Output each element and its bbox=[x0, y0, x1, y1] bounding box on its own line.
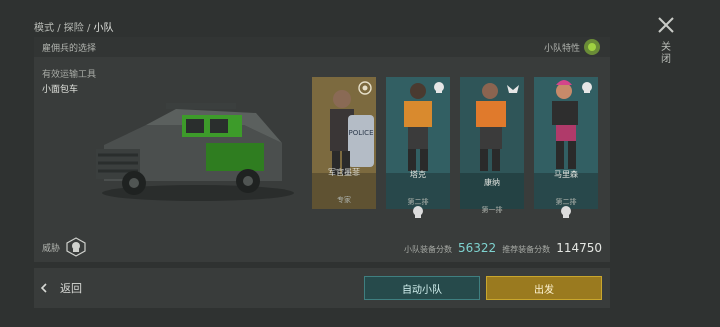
threat-label: 威胁 bbox=[42, 243, 61, 254]
threat-indicator[interactable]: 威胁 bbox=[42, 237, 86, 257]
van-image bbox=[96, 103, 294, 201]
recommended-score-label: 推荐装备分数 bbox=[502, 245, 551, 254]
back-button[interactable]: 返回 bbox=[40, 280, 82, 296]
member-card-morrison[interactable]: 马里森 第二排 bbox=[534, 77, 598, 218]
chevron-left-icon bbox=[40, 283, 47, 293]
score-row: 小队装备分数 56322 推荐装备分数 114750 bbox=[404, 241, 602, 255]
transport-value: 小面包车 bbox=[42, 85, 79, 95]
squad-score-label: 小队装备分数 bbox=[404, 245, 452, 254]
squad-panel: 雇佣兵的选择 小队特性 有效运输工具 小面包车 POLICE 军官墨菲 专家 塔… bbox=[34, 37, 610, 262]
breadcrumb-item-mode[interactable]: 模式 bbox=[34, 23, 54, 34]
recommended-score-value: 114750 bbox=[556, 241, 602, 255]
class-icon bbox=[358, 81, 372, 95]
svg-text:POLICE: POLICE bbox=[348, 129, 373, 137]
member-card-murphy[interactable]: POLICE 军官墨菲 专家 bbox=[312, 77, 376, 209]
member-role: 第一排 bbox=[481, 206, 503, 214]
skull-class-icon bbox=[582, 82, 592, 93]
member-card-tucker[interactable]: 塔克 第二排 bbox=[386, 77, 450, 218]
member-portrait bbox=[534, 77, 598, 209]
squad-trait[interactable]: 小队特性 bbox=[544, 39, 600, 55]
breadcrumb: 模式 / 探险 / 小队 bbox=[34, 23, 114, 34]
breadcrumb-item-explore[interactable]: 探险 bbox=[64, 23, 84, 34]
member-name: 康纳 bbox=[484, 178, 500, 187]
member-role: 专家 bbox=[337, 196, 351, 204]
member-portrait: POLICE bbox=[312, 77, 376, 209]
member-name: 军官墨菲 bbox=[328, 168, 360, 177]
squad-trait-label: 小队特性 bbox=[543, 43, 580, 54]
member-name: 塔克 bbox=[410, 170, 426, 179]
threat-skull-icon bbox=[413, 206, 423, 218]
panel-title: 雇佣兵的选择 bbox=[42, 43, 97, 54]
skull-class-icon bbox=[434, 82, 444, 93]
back-label: 返回 bbox=[60, 282, 82, 295]
depart-button[interactable]: 出发 bbox=[486, 276, 602, 300]
member-portrait bbox=[386, 77, 450, 209]
member-name: 马里森 bbox=[554, 170, 578, 179]
member-portrait bbox=[460, 77, 524, 209]
transport-label: 有效运输工具 bbox=[42, 70, 97, 80]
close-icon[interactable] bbox=[653, 12, 679, 38]
auto-squad-button[interactable]: 自动小队 bbox=[364, 276, 480, 300]
wings-class-icon bbox=[507, 85, 519, 93]
panel-header: 雇佣兵的选择 bbox=[34, 37, 610, 57]
threat-skull-icon bbox=[561, 206, 571, 218]
threat-skull-icon bbox=[66, 237, 86, 257]
breadcrumb-current: 小队 bbox=[93, 23, 114, 34]
squad-score-value: 56322 bbox=[458, 241, 497, 255]
member-card-connor[interactable]: 康纳 第一排 bbox=[460, 77, 524, 214]
bottom-bar: 返回 自动小队 出发 bbox=[34, 268, 610, 308]
close-label[interactable]: 关闭 bbox=[660, 42, 672, 66]
squad-trait-icon[interactable] bbox=[584, 39, 600, 55]
